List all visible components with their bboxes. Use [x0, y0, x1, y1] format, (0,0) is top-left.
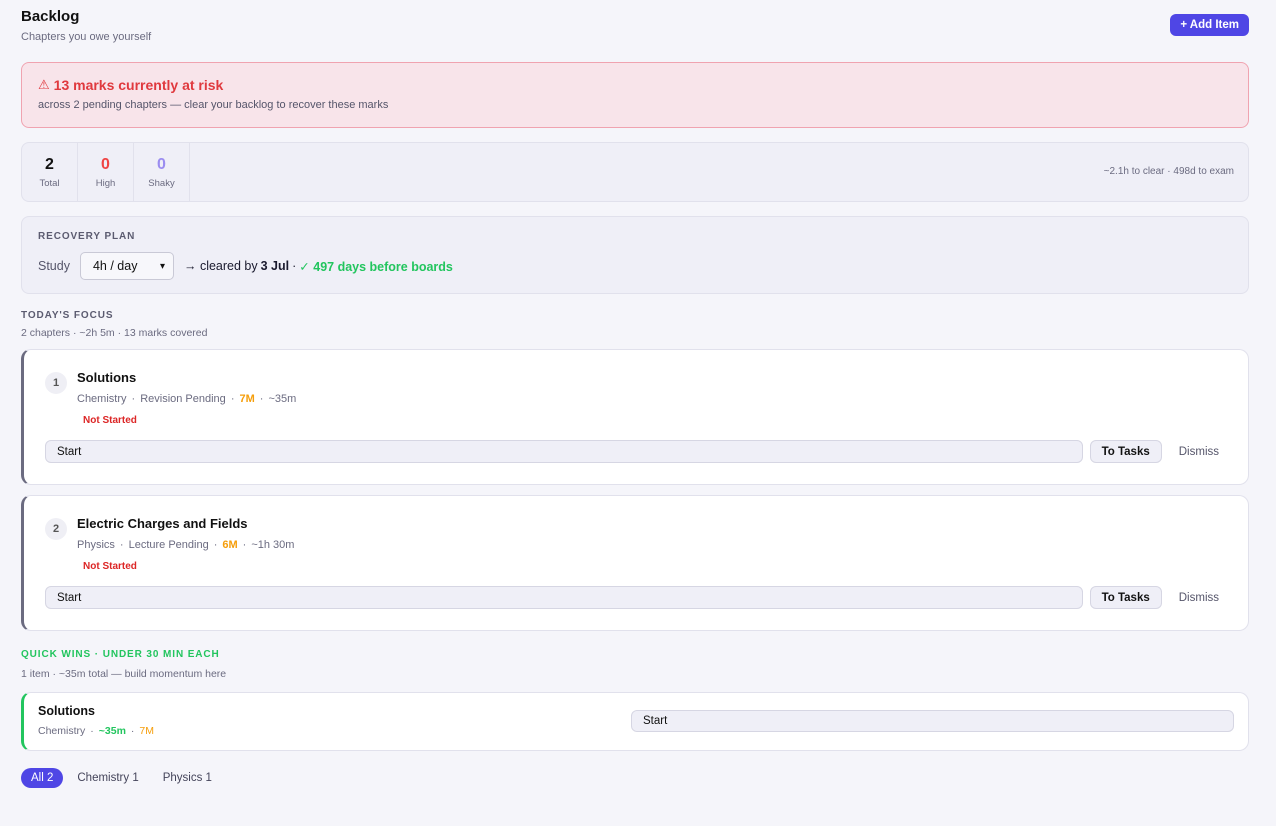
stat-high-value: 0: [101, 155, 110, 173]
quick-win-subject: Chemistry: [38, 725, 86, 737]
task-actions: Start To Tasks Dismiss: [45, 440, 1228, 484]
focus-task-card: 1 Solutions Chemistry · Revision Pending…: [21, 349, 1249, 485]
task-type: Lecture Pending: [128, 539, 209, 551]
stat-total-label: Total: [39, 177, 60, 189]
quick-wins-label: QUICK WINS · UNDER 30 MIN EACH: [21, 649, 220, 660]
page-title: Backlog: [21, 8, 80, 25]
filter-chemistry[interactable]: Chemistry 1: [67, 768, 148, 788]
task-title: Solutions: [77, 370, 137, 385]
meta-dot: ·: [259, 393, 264, 405]
quick-wins-subtitle: 1 item · ~35m total — build momentum her…: [21, 668, 227, 680]
stats-bar: 2 Total 0 High 0 Shaky ~2.1h to clear · …: [21, 142, 1249, 202]
stat-shaky: 0 Shaky: [134, 143, 190, 201]
warning-icon: ⚠: [38, 77, 50, 92]
status-badge: Not Started: [83, 415, 137, 426]
add-item-button[interactable]: + Add Item: [1170, 14, 1249, 36]
filter-physics[interactable]: Physics 1: [153, 768, 222, 788]
meta-dot: ·: [130, 725, 135, 737]
recovery-plan: RECOVERY PLAN Study 4h / day ▾ → cleared…: [21, 216, 1249, 294]
focus-task-card: 2 Electric Charges and Fields Physics · …: [21, 495, 1249, 631]
task-time: ~1h 30m: [251, 539, 295, 551]
page-subtitle: Chapters you owe yourself: [21, 31, 152, 43]
to-tasks-button[interactable]: To Tasks: [1089, 586, 1162, 609]
risk-banner: ⚠ 13 marks currently at risk across 2 pe…: [21, 62, 1249, 128]
status-badge: Not Started: [83, 561, 137, 572]
risk-title: 13 marks currently at risk: [53, 77, 224, 93]
page-header: Backlog Chapters you owe yourself + Add …: [21, 0, 1249, 62]
hours-select-value: 4h / day: [92, 259, 138, 273]
task-number: 1: [45, 372, 67, 394]
recovery-row: Study 4h / day ▾ → cleared by 3 Jul · ✓ …: [38, 252, 1232, 280]
quick-win-card: Solutions Chemistry · ~35m · 7M Start: [21, 692, 1249, 751]
quick-win-marks: 7M: [139, 725, 155, 737]
start-button[interactable]: Start: [45, 586, 1083, 609]
to-tasks-button[interactable]: To Tasks: [1089, 440, 1162, 463]
study-label: Study: [38, 259, 70, 273]
quick-win-time: ~35m: [98, 725, 126, 737]
chevron-down-icon: ▾: [159, 260, 165, 272]
todays-focus-header: TODAY'S FOCUS 2 chapters · ~2h 5m · 13 m…: [21, 310, 1249, 339]
stat-high-label: High: [95, 177, 116, 189]
backlog-page: Backlog Chapters you owe yourself + Add …: [21, 0, 1249, 788]
stat-total-value: 2: [45, 155, 54, 173]
hours-per-day-select[interactable]: 4h / day ▾: [79, 252, 174, 280]
task-subject: Chemistry: [77, 393, 127, 405]
task-title: Electric Charges and Fields: [77, 516, 248, 531]
quick-win-start-button[interactable]: Start: [631, 710, 1234, 732]
task-subject: Physics: [77, 539, 115, 551]
meta-dot: ·: [90, 725, 94, 737]
meta-dot: ·: [230, 393, 235, 405]
meta-dot: ·: [213, 539, 218, 551]
days-before-boards: ✓ 497 days before boards: [299, 259, 453, 274]
focus-subtitle: 2 chapters · ~2h 5m · 13 marks covered: [21, 327, 208, 339]
task-header: 1 Solutions Chemistry · Revision Pending…: [45, 370, 1228, 405]
focus-label: TODAY'S FOCUS: [21, 310, 114, 321]
dismiss-button[interactable]: Dismiss: [1169, 592, 1228, 604]
task-number: 2: [45, 518, 67, 540]
task-header: 2 Electric Charges and Fields Physics · …: [45, 516, 1228, 551]
meta-dot: ·: [242, 539, 247, 551]
task-info: Solutions Chemistry · Revision Pending ·…: [77, 370, 296, 405]
risk-title-row: ⚠ 13 marks currently at risk: [38, 77, 1232, 93]
stats-note: ~2.1h to clear · 498d to exam: [1103, 166, 1234, 177]
task-info: Electric Charges and Fields Physics · Le…: [77, 516, 294, 551]
task-type: Revision Pending: [140, 393, 226, 405]
task-marks: 7M: [239, 393, 255, 405]
dismiss-button[interactable]: Dismiss: [1169, 446, 1228, 458]
stat-shaky-value: 0: [157, 155, 166, 173]
filter-all[interactable]: All 2: [21, 768, 64, 788]
start-button[interactable]: Start: [45, 440, 1083, 463]
task-actions: Start To Tasks Dismiss: [45, 586, 1228, 630]
cleared-prefix: → cleared by: [183, 259, 258, 273]
meta-dot: ·: [119, 539, 124, 551]
recovery-label: RECOVERY PLAN: [38, 231, 136, 242]
stat-high: 0 High: [78, 143, 134, 201]
cleared-date: 3 Jul: [260, 259, 290, 273]
task-meta: Chemistry · Revision Pending · 7M · ~35m: [77, 393, 296, 405]
meta-dot: ·: [131, 393, 136, 405]
subject-filters: All 2 Chemistry 1 Physics 1: [21, 768, 1249, 788]
risk-subtitle: across 2 pending chapters — clear your b…: [38, 99, 389, 111]
add-item-label: + Add Item: [1180, 19, 1239, 31]
task-marks: 6M: [222, 539, 238, 551]
stat-total: 2 Total: [22, 143, 78, 201]
task-meta: Physics · Lecture Pending · 6M · ~1h 30m: [77, 539, 294, 551]
task-time: ~35m: [268, 393, 297, 405]
recovery-separator: ·: [292, 259, 297, 273]
stat-shaky-label: Shaky: [148, 177, 175, 189]
